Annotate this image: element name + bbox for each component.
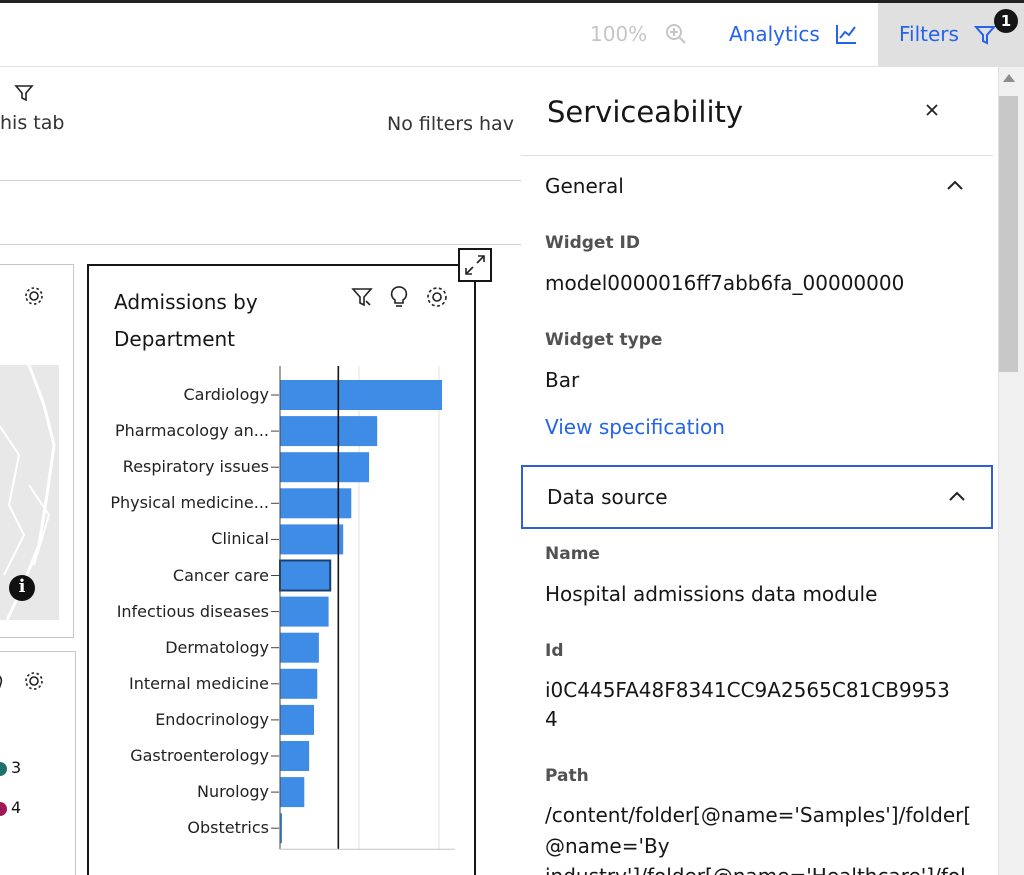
data-source-section-header[interactable]: Data source: [521, 465, 993, 529]
bar[interactable]: [280, 488, 352, 519]
id-label: Id: [545, 641, 564, 661]
data-source-path-cont: @name='By: [545, 834, 670, 858]
widget-settings-icon[interactable]: [23, 285, 45, 307]
scroll-up-arrow-icon[interactable]: [1002, 73, 1016, 83]
dashboard-canvas: his tab No filters hav i 3 4 Admissions …: [0, 67, 521, 875]
widget-title-line: Department: [114, 327, 236, 351]
bar[interactable]: [280, 524, 344, 555]
bar[interactable]: [280, 416, 378, 447]
name-label: Name: [545, 544, 600, 564]
general-section-header[interactable]: General: [521, 155, 993, 217]
widget-type-value: Bar: [545, 368, 580, 392]
chevron-up-icon: [947, 489, 967, 503]
bar[interactable]: [280, 596, 329, 627]
category-label[interactable]: Dermatology: [165, 638, 269, 657]
category-label[interactable]: Physical medicine...: [110, 493, 269, 512]
bar-chart-svg[interactable]: [271, 366, 469, 851]
category-label[interactable]: Clinical: [211, 529, 269, 548]
admissions-widget[interactable]: Admissions by Department Cardiology Pharm…: [87, 264, 476, 875]
filters-label: Filters: [899, 22, 959, 46]
data-source-path: /content/folder[@name='Samples']/folder[: [545, 803, 972, 827]
widget-settings-icon[interactable]: [425, 285, 449, 309]
data-source-path-cont: industry']/folder[@name='Healthcare']/fo…: [545, 860, 975, 875]
tab-filter-icon[interactable]: [14, 83, 34, 103]
data-source-name: Hospital admissions data module: [545, 582, 878, 606]
bar[interactable]: [280, 632, 319, 663]
bar-chart[interactable]: Cardiology Pharmacology an... Respiratory …: [89, 366, 474, 850]
category-label[interactable]: Pharmacology an...: [115, 421, 269, 440]
category-label[interactable]: Nurology: [197, 782, 269, 801]
scrollbar-thumb[interactable]: [999, 96, 1018, 372]
widget-title-line: Admissions by: [114, 290, 258, 314]
section-heading: Data source: [547, 485, 668, 509]
expand-button[interactable]: [458, 248, 492, 282]
widget-settings-icon[interactable]: [23, 670, 45, 692]
filter-icon: [974, 24, 996, 46]
insights-icon[interactable]: [0, 671, 5, 693]
bar[interactable]: [279, 559, 332, 592]
filters-count-badge: 1: [994, 9, 1018, 33]
map-widget[interactable]: i: [0, 264, 74, 638]
no-filters-text: No filters hav: [387, 113, 514, 135]
top-toolbar: [0, 0, 1024, 67]
category-label[interactable]: Endocrinology: [155, 710, 269, 729]
line-chart-icon[interactable]: [834, 22, 858, 46]
category-label[interactable]: Cancer care: [173, 566, 269, 585]
analytics-button[interactable]: Analytics: [729, 22, 820, 46]
divider: [0, 244, 521, 245]
widget-id-label: Widget ID: [545, 233, 640, 253]
divider: [0, 180, 521, 181]
bar[interactable]: [280, 741, 310, 771]
category-label[interactable]: Gastroenterology: [130, 746, 269, 765]
serviceability-panel: Serviceability General Widget ID model00…: [521, 67, 998, 875]
widget-filter-icon[interactable]: [351, 286, 373, 308]
panel-title: Serviceability: [547, 95, 744, 129]
bar[interactable]: [280, 380, 442, 410]
section-heading: General: [545, 174, 624, 198]
bar[interactable]: [280, 704, 315, 735]
legend-swatch-magenta: [0, 802, 7, 816]
info-icon[interactable]: i: [9, 575, 35, 601]
category-label[interactable]: Cardiology: [183, 385, 269, 404]
insights-icon[interactable]: [388, 285, 410, 309]
data-source-id-cont: 4: [545, 707, 558, 731]
bar[interactable]: [280, 777, 305, 808]
close-icon[interactable]: [922, 100, 942, 120]
view-specification-link[interactable]: View specification: [545, 415, 725, 439]
zoom-in-icon[interactable]: [664, 22, 688, 46]
category-label[interactable]: Internal medicine: [129, 674, 269, 693]
bar[interactable]: [280, 668, 318, 699]
zoom-level: 100%: [590, 22, 648, 46]
tab-filters-label: his tab: [0, 112, 65, 134]
legend-value: 4: [11, 798, 22, 817]
widget-type-label: Widget type: [545, 330, 663, 350]
legend-swatch-teal: [0, 762, 7, 776]
category-label[interactable]: Infectious diseases: [117, 602, 269, 621]
category-label[interactable]: Obstetrics: [187, 818, 269, 837]
category-labels: Cardiology Pharmacology an... Respiratory …: [89, 366, 269, 846]
widget-id-value: model0000016ff7abb6fa_00000000: [545, 271, 905, 295]
bar[interactable]: [280, 452, 370, 483]
widget-title: Admissions by Department: [114, 284, 258, 358]
path-label: Path: [545, 766, 589, 786]
category-label[interactable]: Respiratory issues: [123, 457, 269, 476]
chevron-up-icon: [945, 178, 965, 192]
legend-widget[interactable]: 3 4: [0, 651, 76, 875]
legend-value: 3: [11, 758, 22, 777]
